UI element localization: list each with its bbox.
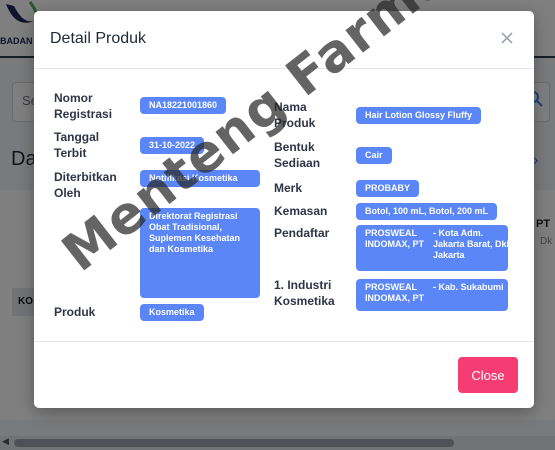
close-icon[interactable]	[500, 31, 514, 45]
label-diterbitkan-oleh: Diterbitkan Oleh	[54, 170, 117, 200]
label-merk: Merk	[274, 181, 303, 195]
close-button[interactable]: Close	[458, 357, 518, 393]
value-nama-produk: Hair Lotion Glossy Fluffy	[356, 107, 482, 124]
label-tanggal-terbit: Tanggal Terbit	[54, 130, 100, 160]
label-bentuk-sediaan: Bentuk Sediaan	[274, 140, 321, 170]
value-merk: PROBABY	[356, 180, 420, 197]
value-industri-kosmetika: PROSWEAL INDOMAX, PT - Kab. Sukabumi	[356, 279, 508, 311]
modal-header: Detail Produk	[34, 11, 534, 69]
pendaftar-location: - Kota Adm. Jakarta Barat, Dki Jakarta	[433, 228, 510, 260]
label-pendaftar: Pendaftar	[274, 226, 330, 240]
label-nama-produk: Nama Produk	[274, 100, 316, 130]
value-diterbitkan-oleh-1: Notifikasi Kosmetika	[140, 170, 260, 187]
value-diterbitkan-oleh-2: Direktorat Registrasi Obat Tradisional, …	[140, 208, 260, 298]
value-bentuk-sediaan: Cair	[356, 147, 392, 164]
value-kemasan: Botol, 100 mL, Botol, 200 mL	[356, 203, 498, 220]
label-industri-kosmetika: 1. Industri Kosmetika	[274, 278, 335, 308]
label-produk: Produk	[54, 305, 96, 319]
label-kemasan: Kemasan	[274, 204, 328, 218]
industri-location: - Kab. Sukabumi	[433, 282, 504, 292]
value-pendaftar: PROSWEAL INDOMAX, PT - Kota Adm. Jakarta…	[356, 225, 510, 271]
value-produk: Kosmetika	[140, 304, 204, 321]
pendaftar-company: PROSWEAL INDOMAX, PT	[365, 228, 425, 249]
industri-company: PROSWEAL INDOMAX, PT	[365, 282, 425, 303]
value-nomor-registrasi: NA18221001860	[140, 97, 227, 114]
modal-title: Detail Produk	[50, 30, 147, 47]
label-nomor-registrasi: Nomor Registrasi	[54, 91, 113, 121]
value-tanggal-terbit: 31-10-2022	[140, 137, 205, 154]
detail-produk-modal: Detail Produk Nomor Registrasi NA1822100…	[34, 11, 534, 408]
